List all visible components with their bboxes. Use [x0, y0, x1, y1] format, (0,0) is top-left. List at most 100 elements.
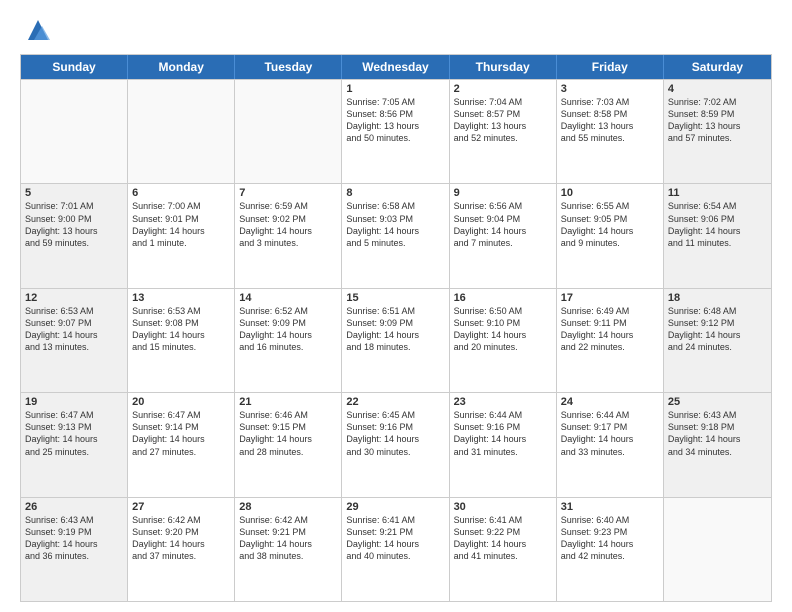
day-number: 10 — [561, 187, 659, 199]
day-number: 17 — [561, 292, 659, 304]
cell-info: Sunrise: 6:40 AM Sunset: 9:23 PM Dayligh… — [561, 514, 659, 563]
calendar-cell: 2Sunrise: 7:04 AM Sunset: 8:57 PM Daylig… — [450, 80, 557, 183]
day-number: 27 — [132, 501, 230, 513]
day-number: 1 — [346, 83, 444, 95]
calendar-cell: 7Sunrise: 6:59 AM Sunset: 9:02 PM Daylig… — [235, 184, 342, 287]
calendar-cell: 14Sunrise: 6:52 AM Sunset: 9:09 PM Dayli… — [235, 289, 342, 392]
day-number: 2 — [454, 83, 552, 95]
calendar-row: 5Sunrise: 7:01 AM Sunset: 9:00 PM Daylig… — [21, 183, 771, 287]
calendar-cell: 22Sunrise: 6:45 AM Sunset: 9:16 PM Dayli… — [342, 393, 449, 496]
day-number: 4 — [668, 83, 767, 95]
calendar-row: 12Sunrise: 6:53 AM Sunset: 9:07 PM Dayli… — [21, 288, 771, 392]
calendar-cell: 11Sunrise: 6:54 AM Sunset: 9:06 PM Dayli… — [664, 184, 771, 287]
calendar-cell — [128, 80, 235, 183]
calendar-cell: 25Sunrise: 6:43 AM Sunset: 9:18 PM Dayli… — [664, 393, 771, 496]
cell-info: Sunrise: 6:43 AM Sunset: 9:18 PM Dayligh… — [668, 409, 767, 458]
day-number: 23 — [454, 396, 552, 408]
calendar-cell: 5Sunrise: 7:01 AM Sunset: 9:00 PM Daylig… — [21, 184, 128, 287]
cell-info: Sunrise: 6:44 AM Sunset: 9:17 PM Dayligh… — [561, 409, 659, 458]
day-number: 18 — [668, 292, 767, 304]
calendar-cell: 4Sunrise: 7:02 AM Sunset: 8:59 PM Daylig… — [664, 80, 771, 183]
cell-info: Sunrise: 7:03 AM Sunset: 8:58 PM Dayligh… — [561, 96, 659, 145]
weekday-header: Tuesday — [235, 55, 342, 79]
calendar-cell: 31Sunrise: 6:40 AM Sunset: 9:23 PM Dayli… — [557, 498, 664, 601]
day-number: 6 — [132, 187, 230, 199]
cell-info: Sunrise: 6:42 AM Sunset: 9:21 PM Dayligh… — [239, 514, 337, 563]
cell-info: Sunrise: 7:04 AM Sunset: 8:57 PM Dayligh… — [454, 96, 552, 145]
calendar-row: 26Sunrise: 6:43 AM Sunset: 9:19 PM Dayli… — [21, 497, 771, 601]
day-number: 15 — [346, 292, 444, 304]
cell-info: Sunrise: 7:02 AM Sunset: 8:59 PM Dayligh… — [668, 96, 767, 145]
calendar-cell: 8Sunrise: 6:58 AM Sunset: 9:03 PM Daylig… — [342, 184, 449, 287]
cell-info: Sunrise: 7:01 AM Sunset: 9:00 PM Dayligh… — [25, 200, 123, 249]
day-number: 7 — [239, 187, 337, 199]
cell-info: Sunrise: 6:51 AM Sunset: 9:09 PM Dayligh… — [346, 305, 444, 354]
day-number: 9 — [454, 187, 552, 199]
page: SundayMondayTuesdayWednesdayThursdayFrid… — [0, 0, 792, 612]
cell-info: Sunrise: 7:05 AM Sunset: 8:56 PM Dayligh… — [346, 96, 444, 145]
calendar-cell — [235, 80, 342, 183]
weekday-header: Friday — [557, 55, 664, 79]
day-number: 14 — [239, 292, 337, 304]
cell-info: Sunrise: 6:44 AM Sunset: 9:16 PM Dayligh… — [454, 409, 552, 458]
day-number: 28 — [239, 501, 337, 513]
cell-info: Sunrise: 6:50 AM Sunset: 9:10 PM Dayligh… — [454, 305, 552, 354]
day-number: 31 — [561, 501, 659, 513]
day-number: 13 — [132, 292, 230, 304]
calendar-cell: 20Sunrise: 6:47 AM Sunset: 9:14 PM Dayli… — [128, 393, 235, 496]
calendar-cell: 23Sunrise: 6:44 AM Sunset: 9:16 PM Dayli… — [450, 393, 557, 496]
cell-info: Sunrise: 7:00 AM Sunset: 9:01 PM Dayligh… — [132, 200, 230, 249]
calendar-cell: 10Sunrise: 6:55 AM Sunset: 9:05 PM Dayli… — [557, 184, 664, 287]
day-number: 3 — [561, 83, 659, 95]
cell-info: Sunrise: 6:43 AM Sunset: 9:19 PM Dayligh… — [25, 514, 123, 563]
cell-info: Sunrise: 6:58 AM Sunset: 9:03 PM Dayligh… — [346, 200, 444, 249]
calendar-cell: 3Sunrise: 7:03 AM Sunset: 8:58 PM Daylig… — [557, 80, 664, 183]
day-number: 5 — [25, 187, 123, 199]
day-number: 26 — [25, 501, 123, 513]
day-number: 11 — [668, 187, 767, 199]
cell-info: Sunrise: 6:52 AM Sunset: 9:09 PM Dayligh… — [239, 305, 337, 354]
day-number: 20 — [132, 396, 230, 408]
day-number: 24 — [561, 396, 659, 408]
calendar-row: 1Sunrise: 7:05 AM Sunset: 8:56 PM Daylig… — [21, 79, 771, 183]
calendar-cell: 6Sunrise: 7:00 AM Sunset: 9:01 PM Daylig… — [128, 184, 235, 287]
weekday-header: Wednesday — [342, 55, 449, 79]
calendar-cell: 28Sunrise: 6:42 AM Sunset: 9:21 PM Dayli… — [235, 498, 342, 601]
day-number: 21 — [239, 396, 337, 408]
calendar-cell: 15Sunrise: 6:51 AM Sunset: 9:09 PM Dayli… — [342, 289, 449, 392]
cell-info: Sunrise: 6:48 AM Sunset: 9:12 PM Dayligh… — [668, 305, 767, 354]
cell-info: Sunrise: 6:55 AM Sunset: 9:05 PM Dayligh… — [561, 200, 659, 249]
weekday-header: Thursday — [450, 55, 557, 79]
day-number: 16 — [454, 292, 552, 304]
calendar-cell: 29Sunrise: 6:41 AM Sunset: 9:21 PM Dayli… — [342, 498, 449, 601]
calendar-cell: 9Sunrise: 6:56 AM Sunset: 9:04 PM Daylig… — [450, 184, 557, 287]
calendar-cell: 26Sunrise: 6:43 AM Sunset: 9:19 PM Dayli… — [21, 498, 128, 601]
calendar-row: 19Sunrise: 6:47 AM Sunset: 9:13 PM Dayli… — [21, 392, 771, 496]
cell-info: Sunrise: 6:54 AM Sunset: 9:06 PM Dayligh… — [668, 200, 767, 249]
weekday-header: Monday — [128, 55, 235, 79]
cell-info: Sunrise: 6:56 AM Sunset: 9:04 PM Dayligh… — [454, 200, 552, 249]
weekday-header: Sunday — [21, 55, 128, 79]
calendar-cell: 13Sunrise: 6:53 AM Sunset: 9:08 PM Dayli… — [128, 289, 235, 392]
day-number: 22 — [346, 396, 444, 408]
day-number: 12 — [25, 292, 123, 304]
calendar-cell: 24Sunrise: 6:44 AM Sunset: 9:17 PM Dayli… — [557, 393, 664, 496]
weekday-header: Saturday — [664, 55, 771, 79]
cell-info: Sunrise: 6:53 AM Sunset: 9:07 PM Dayligh… — [25, 305, 123, 354]
calendar-header: SundayMondayTuesdayWednesdayThursdayFrid… — [21, 55, 771, 79]
cell-info: Sunrise: 6:42 AM Sunset: 9:20 PM Dayligh… — [132, 514, 230, 563]
cell-info: Sunrise: 6:47 AM Sunset: 9:13 PM Dayligh… — [25, 409, 123, 458]
calendar-cell: 1Sunrise: 7:05 AM Sunset: 8:56 PM Daylig… — [342, 80, 449, 183]
day-number: 19 — [25, 396, 123, 408]
cell-info: Sunrise: 6:41 AM Sunset: 9:22 PM Dayligh… — [454, 514, 552, 563]
cell-info: Sunrise: 6:53 AM Sunset: 9:08 PM Dayligh… — [132, 305, 230, 354]
calendar-body: 1Sunrise: 7:05 AM Sunset: 8:56 PM Daylig… — [21, 79, 771, 601]
cell-info: Sunrise: 6:45 AM Sunset: 9:16 PM Dayligh… — [346, 409, 444, 458]
day-number: 25 — [668, 396, 767, 408]
calendar-cell: 30Sunrise: 6:41 AM Sunset: 9:22 PM Dayli… — [450, 498, 557, 601]
day-number: 29 — [346, 501, 444, 513]
calendar-cell — [21, 80, 128, 183]
calendar-cell: 19Sunrise: 6:47 AM Sunset: 9:13 PM Dayli… — [21, 393, 128, 496]
calendar-cell: 27Sunrise: 6:42 AM Sunset: 9:20 PM Dayli… — [128, 498, 235, 601]
cell-info: Sunrise: 6:41 AM Sunset: 9:21 PM Dayligh… — [346, 514, 444, 563]
